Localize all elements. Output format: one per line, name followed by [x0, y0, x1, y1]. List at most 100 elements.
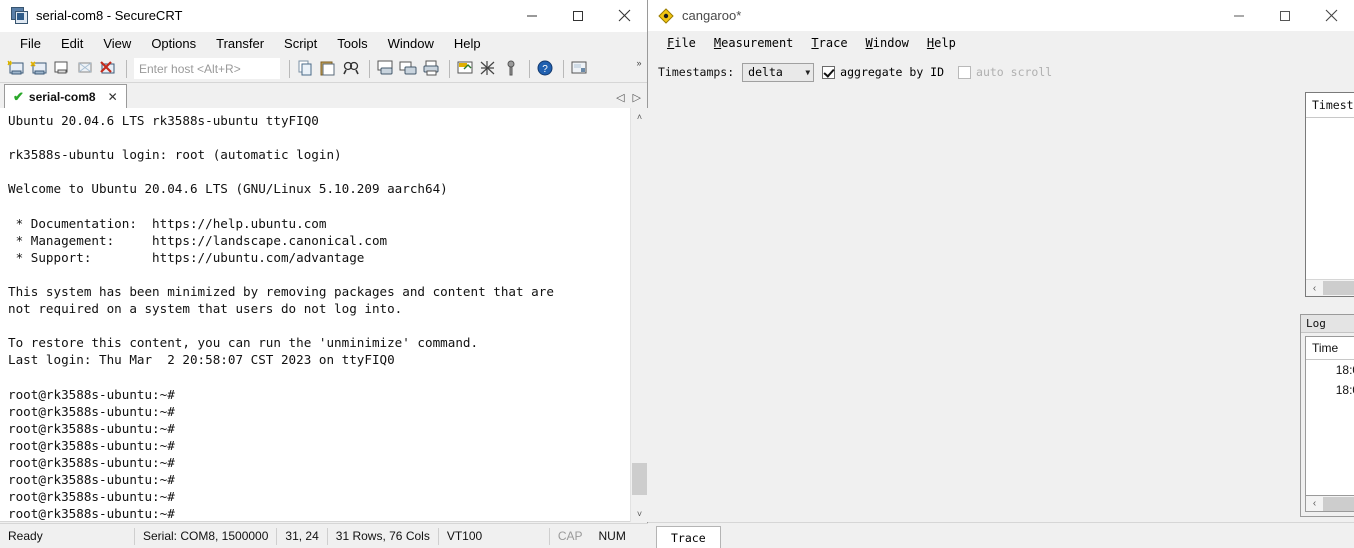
print-screen-icon[interactable] [375, 58, 397, 79]
print-icon[interactable] [421, 58, 443, 79]
menu-view[interactable]: View [93, 33, 141, 54]
toolbar-divider [563, 59, 564, 78]
tab-trace[interactable]: Trace [656, 526, 721, 548]
session-tab-serial-com8[interactable]: ✔ serial-com8 ✕ [4, 84, 127, 109]
status-emulation: VT100 [439, 527, 550, 545]
key-icon[interactable] [501, 58, 523, 79]
find-icon[interactable] [341, 58, 363, 79]
chat-window-icon[interactable] [569, 58, 591, 79]
tab-prev-icon[interactable]: ◁ [616, 91, 624, 104]
status-caps-lock: CAP [557, 529, 583, 543]
scroll-down-icon[interactable]: ˅ [631, 505, 648, 522]
scrollbar-thumb[interactable] [632, 463, 647, 495]
scroll-left-icon[interactable]: ‹ [1306, 280, 1323, 296]
scroll-left-icon[interactable]: ‹ [1306, 496, 1323, 512]
terminal-line: root@rk3588s-ubuntu:~# [8, 454, 175, 470]
cangaroo-window-controls [1216, 0, 1354, 31]
minimize-icon[interactable] [1216, 0, 1262, 31]
trace-table-header: Timestamp Channel Rx/Tx ˄ CAN ID Sender … [1306, 93, 1354, 118]
toolbar-divider [289, 59, 290, 78]
menu-file[interactable]: File [658, 34, 705, 52]
menu-trace[interactable]: Trace [802, 34, 856, 52]
scroll-up-icon[interactable]: ˄ [631, 108, 648, 125]
copy-icon[interactable] [295, 58, 317, 79]
menu-window[interactable]: Window [857, 34, 918, 52]
menu-window[interactable]: Window [378, 33, 444, 54]
status-num-lock: NUM [598, 529, 626, 543]
menu-edit[interactable]: Edit [51, 33, 93, 54]
menu-options[interactable]: Options [141, 33, 206, 54]
paste-icon[interactable] [318, 58, 340, 79]
toolbar-overflow-icon[interactable]: » [634, 59, 644, 68]
column-header-time[interactable]: Time [1306, 337, 1354, 359]
timestamps-select[interactable]: delta ▼ [742, 62, 815, 82]
terminal-area: Ubuntu 20.04.6 LTS rk3588s-ubuntu ttyFIQ… [0, 108, 648, 522]
log-panel-title: Log [1306, 317, 1326, 330]
trace-table-body[interactable] [1306, 118, 1354, 273]
terminal-line: rk3588s-ubuntu login: root (automatic lo… [8, 147, 342, 163]
auto-scroll-checkbox[interactable]: auto scroll [958, 65, 1052, 79]
reconnect-icon[interactable] [75, 58, 97, 79]
menu-file[interactable]: File [10, 33, 51, 54]
log-hscroll-track[interactable] [1323, 496, 1354, 512]
cangaroo-window: cangaroo* File Measurement Trace Window … [648, 0, 1354, 548]
toolbar-divider [449, 59, 450, 78]
terminal-line: Ubuntu 20.04.6 LTS rk3588s-ubuntu ttyFIQ… [8, 113, 319, 128]
menu-script[interactable]: Script [274, 33, 327, 54]
terminal-line: This system has been minimized by removi… [8, 283, 554, 299]
terminal-output[interactable]: Ubuntu 20.04.6 LTS rk3588s-ubuntu ttyFIQ… [0, 108, 626, 522]
connect-sftp-icon[interactable] [29, 58, 51, 79]
cangaroo-app-icon [658, 7, 674, 24]
log-row[interactable]: 18:03:29 info Starting meas [1306, 360, 1354, 380]
tab-next-icon[interactable]: ▷ [633, 91, 641, 104]
close-icon[interactable] [601, 0, 647, 31]
svg-text:?: ? [542, 64, 548, 75]
menu-transfer[interactable]: Transfer [206, 33, 274, 54]
help-icon[interactable]: ? [535, 58, 557, 79]
cangaroo-options-bar: Timestamps: delta ▼ aggregate by ID auto… [648, 59, 1354, 85]
column-header-timestamp[interactable]: Timestamp [1306, 93, 1354, 117]
terminal-line: * Documentation: https://help.ubuntu.com [8, 215, 327, 231]
menu-help[interactable]: Help [444, 33, 491, 54]
log-hscroll-thumb[interactable] [1323, 496, 1354, 511]
menu-tools[interactable]: Tools [327, 33, 377, 54]
clone-session-icon[interactable] [52, 58, 74, 79]
aggregate-by-id-checkbox[interactable]: aggregate by ID [822, 65, 944, 79]
tab-close-icon[interactable]: ✕ [108, 90, 118, 104]
maximize-icon[interactable] [555, 0, 601, 31]
minimize-icon[interactable] [509, 0, 555, 31]
session-options-icon[interactable] [455, 58, 477, 79]
log-session-icon[interactable] [398, 58, 420, 79]
terminal-line: root@rk3588s-ubuntu:~# [8, 420, 175, 436]
disconnect-all-icon[interactable] [478, 58, 500, 79]
host-input[interactable]: Enter host <Alt+R> [134, 58, 280, 79]
menu-measurement[interactable]: Measurement [705, 34, 802, 52]
timestamps-value: delta [748, 65, 783, 79]
checkbox-icon [958, 65, 972, 79]
chevron-down-icon: ▼ [805, 67, 811, 77]
log-hscrollbar[interactable]: ‹ › [1305, 495, 1354, 512]
cangaroo-window-title: cangaroo* [682, 8, 742, 23]
terminal-line: root@rk3588s-ubuntu:~# [8, 386, 175, 402]
trace-hscrollbar[interactable]: ‹ › [1306, 279, 1354, 296]
close-icon[interactable] [1308, 0, 1354, 31]
status-serial: Serial: COM8, 1500000 [135, 527, 278, 545]
menu-help[interactable]: Help [918, 34, 965, 52]
maximize-icon[interactable] [1262, 0, 1308, 31]
toolbar-divider [126, 59, 127, 78]
hscroll-thumb[interactable] [1323, 281, 1354, 295]
disconnect-icon[interactable] [98, 58, 120, 79]
hscroll-track[interactable] [1323, 280, 1354, 296]
log-row[interactable]: 18:03:29 info Listening on i [1306, 380, 1354, 400]
cangaroo-bottom-tabbar: Trace [648, 522, 1354, 548]
log-panel-titlebar: Log ⧉ ✕ [1301, 315, 1354, 333]
log-panel: Log ⧉ ✕ Time Level Message 18:03:29 info… [1300, 314, 1354, 517]
log-time: 18:03:29 [1335, 363, 1354, 377]
new-session-icon[interactable] [6, 58, 28, 79]
terminal-line: root@rk3588s-ubuntu:~# [8, 506, 175, 522]
terminal-scrollbar[interactable]: ˄ ˅ [630, 108, 648, 522]
